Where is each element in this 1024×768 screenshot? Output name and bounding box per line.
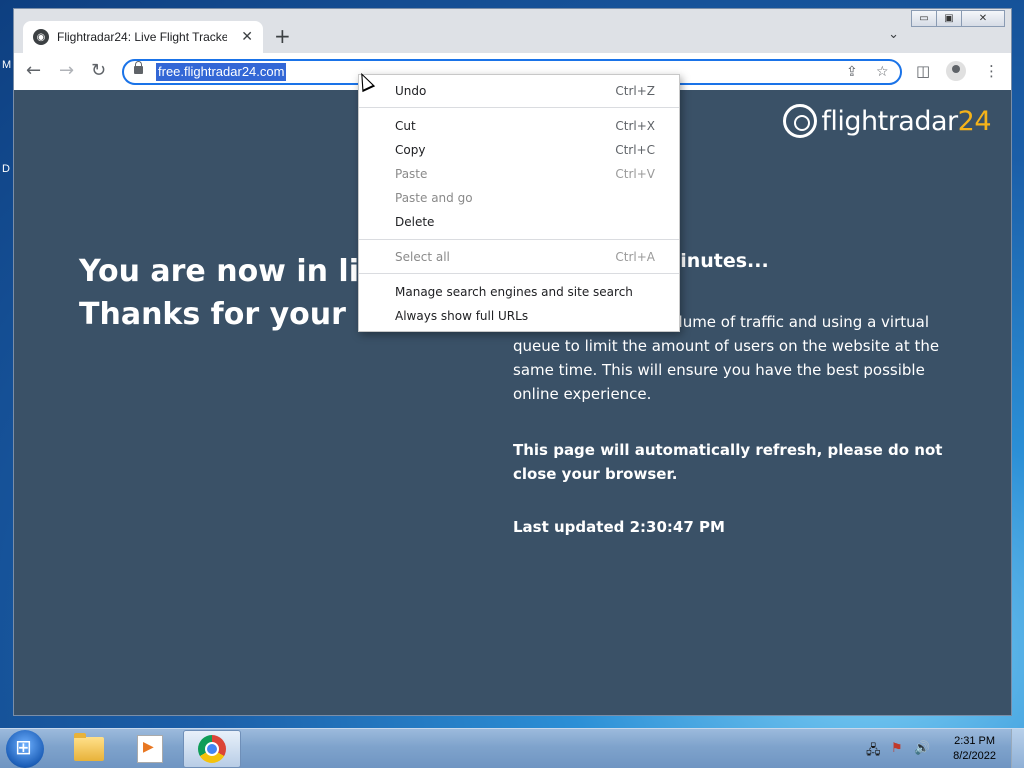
last-updated: Last updated 2:30:47 PM <box>513 518 725 536</box>
minimize-button[interactable]: ▭ <box>911 10 937 27</box>
menu-separator <box>359 273 679 274</box>
desktop-icon-label[interactable]: D <box>2 163 10 175</box>
volume-icon[interactable]: 🔊 <box>914 741 930 756</box>
menu-separator <box>359 107 679 108</box>
menu-item-always-show-full-urls[interactable]: Always show full URLs <box>359 305 679 327</box>
media-player-icon <box>137 735 163 763</box>
maximize-button[interactable]: ▣ <box>936 10 962 27</box>
desktop-icon-label[interactable]: M <box>2 59 11 71</box>
folder-icon <box>74 733 104 761</box>
menu-item-delete[interactable]: Delete <box>359 211 679 233</box>
system-clock[interactable]: 2:31 PM 8/2/2022 <box>953 734 996 764</box>
menu-item-paste[interactable]: Paste Ctrl+V <box>359 163 679 185</box>
headline-line-2: Thanks for your pa <box>79 297 399 332</box>
headline-line-1: You are now in line <box>79 254 401 289</box>
menu-item-cut[interactable]: Cut Ctrl+X <box>359 115 679 137</box>
menu-item-copy[interactable]: Copy Ctrl+C <box>359 139 679 161</box>
taskbar: 🖧 ⚑ 🔊 2:31 PM 8/2/2022 <box>0 728 1024 768</box>
url-text[interactable]: free.flightradar24.com <box>156 63 287 81</box>
refresh-notice: This page will automatically refresh, pl… <box>513 441 943 483</box>
tab-search-icon[interactable]: ⌄ <box>888 27 899 42</box>
kebab-menu-icon[interactable]: ⋮ <box>984 62 999 80</box>
menu-separator <box>359 239 679 240</box>
context-menu: Undo Ctrl+Z Cut Ctrl+X Copy Ctrl+C Paste Ctr… <box>358 74 680 332</box>
start-button[interactable] <box>6 730 44 768</box>
clock-date: 8/2/2022 <box>953 750 996 762</box>
network-icon[interactable]: 🖧 <box>866 741 881 763</box>
menu-item-manage-search-engines[interactable]: Manage search engines and site search <box>359 281 679 303</box>
menu-item-undo[interactable]: Undo Ctrl+Z <box>359 80 679 102</box>
chrome-icon <box>198 735 226 763</box>
tab-close-icon[interactable]: ✕ <box>241 29 253 45</box>
globe-icon: ◉ <box>33 29 49 45</box>
new-tab-button[interactable]: + <box>274 26 291 46</box>
bookmark-star-icon[interactable]: ☆ <box>876 64 889 80</box>
flightradar24-logo: flightradar24 <box>783 104 992 138</box>
profile-avatar-icon[interactable] <box>946 61 966 81</box>
radar-icon <box>783 104 818 138</box>
close-icon: ✕ <box>978 13 988 24</box>
back-icon[interactable]: ← <box>26 61 41 81</box>
action-center-flag-icon[interactable]: ⚑ <box>891 741 903 756</box>
menu-item-select-all[interactable]: Select all Ctrl+A <box>359 246 679 268</box>
queue-headline: You are now in line Thanks for your pa <box>79 250 401 336</box>
clock-time: 2:31 PM <box>954 735 996 747</box>
tab-flightradar24[interactable]: ◉ Flightradar24: Live Flight Tracker ✕ <box>23 21 263 53</box>
logo-text: flightradar <box>821 105 958 137</box>
menu-item-paste-and-go[interactable]: Paste and go <box>359 187 679 209</box>
lock-icon[interactable] <box>134 61 143 74</box>
logo-number: 24 <box>957 105 992 137</box>
forward-icon[interactable]: → <box>59 61 74 81</box>
show-desktop-button[interactable] <box>1011 729 1024 768</box>
taskbar-app-windows-explorer[interactable] <box>60 730 118 768</box>
share-icon[interactable]: ⇪ <box>846 64 858 80</box>
tab-title: Flightradar24: Live Flight Tracker <box>57 30 227 44</box>
side-panel-icon[interactable]: ◫ <box>916 62 930 80</box>
taskbar-app-media-player[interactable] <box>121 730 179 768</box>
close-window-button[interactable]: ✕ <box>961 10 1005 27</box>
taskbar-app-google-chrome[interactable] <box>183 730 241 768</box>
reload-icon[interactable]: ↻ <box>91 61 106 81</box>
minimize-icon: ▭ <box>919 13 929 24</box>
maximize-icon: ▣ <box>944 13 954 24</box>
window-caption-buttons: ▭ ▣ ✕ <box>911 10 1005 27</box>
